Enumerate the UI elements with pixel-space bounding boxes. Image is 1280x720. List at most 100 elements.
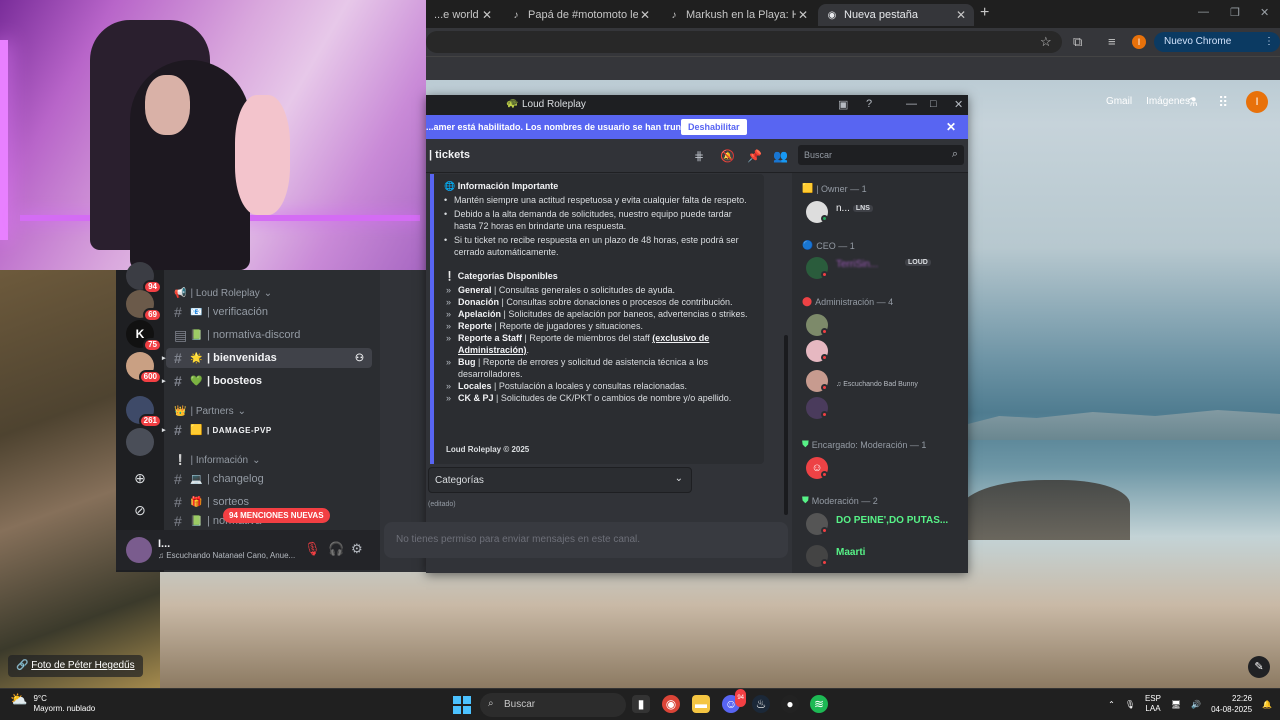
member-item[interactable]: ☺ (806, 455, 966, 481)
server-icon[interactable]: 94 (126, 262, 162, 294)
channel-normativa-discord[interactable]: ▤ 📗 | normativa-discord (166, 325, 372, 345)
member-item[interactable]: DO PEINE',DO PUTAS... (806, 511, 966, 537)
category-header[interactable]: 👑 | Partners ⌄ (174, 406, 246, 417)
microphone-icon[interactable]: 🎙 (1125, 700, 1135, 709)
member-item[interactable] (806, 395, 966, 421)
language-indicator[interactable]: ESP LAA (1145, 694, 1161, 714)
gear-icon[interactable]: ⚙ (351, 541, 363, 557)
kebab-menu-icon[interactable]: ⋮ (1264, 32, 1274, 52)
avatar[interactable] (126, 537, 152, 563)
steam-icon[interactable]: ♨ (752, 695, 770, 713)
network-icon[interactable]: 🖥 (1171, 700, 1181, 709)
member-item[interactable] (806, 338, 966, 364)
tab-2[interactable]: ♪ Papá de #motomoto le prepara... ✕ (502, 4, 658, 26)
maximize-icon[interactable]: ❐ (1230, 6, 1240, 19)
category-item: » CK & PJ | Solicitudes de CK/PKT o cambi… (444, 392, 754, 404)
channel-boosteos[interactable]: ▸ # 💚 | boosteos (162, 371, 372, 391)
pin-icon[interactable]: 📌 (747, 149, 762, 163)
members-icon[interactable]: 👥 (773, 149, 788, 163)
discord-icon[interactable]: ☺ 94 (722, 689, 746, 713)
profile-avatar[interactable]: I (1132, 35, 1146, 49)
channel-damage-pvp[interactable]: ▸ # 🟨 | DAMAGE-PVP (162, 420, 372, 440)
server-icon[interactable]: K 75 (126, 320, 162, 352)
close-icon[interactable]: ✕ (482, 8, 492, 22)
google-avatar[interactable]: I (1246, 91, 1268, 113)
server-folder[interactable]: 261 (126, 396, 162, 428)
gmail-link[interactable]: Gmail (1106, 96, 1132, 107)
rules-channel-icon: ▤ (174, 326, 188, 343)
message-input[interactable]: No tienes permiso para enviar mensajes e… (384, 522, 788, 558)
close-icon[interactable]: ✕ (946, 120, 956, 134)
member-item[interactable]: TerriSin... LOUD (806, 255, 966, 281)
minimize-icon[interactable]: — (906, 98, 917, 110)
close-icon[interactable]: ✕ (798, 8, 808, 22)
category-header[interactable]: 📢 | Loud Roleplay ⌄ (174, 288, 272, 299)
member-item[interactable]: ♫ Escuchando Bad Bunny (806, 368, 966, 394)
discover-icon[interactable]: ⊘ (130, 502, 150, 522)
close-window-icon[interactable]: ✕ (1260, 6, 1269, 19)
category-label: | Partners (190, 406, 234, 417)
embed-heading: 🌐 Información Importante (444, 180, 754, 192)
media-icon[interactable]: ≡ (1108, 34, 1116, 49)
tab-3[interactable]: ♪ Markush en la Playa: Humor y ... ✕ (660, 4, 816, 26)
windows-start-icon[interactable] (453, 696, 471, 714)
member-item[interactable]: n... LNS (806, 199, 966, 225)
tab-4[interactable]: ◉ Nueva pestaña ✕ (818, 4, 974, 26)
obs-icon[interactable]: ● (781, 695, 799, 713)
notifications-icon[interactable]: 🔔 (1262, 700, 1272, 709)
address-bar[interactable] (426, 31, 1062, 53)
taskbar-search[interactable]: ⌕ Buscar (480, 693, 626, 717)
search-input[interactable]: Buscar ⌕ (798, 145, 964, 165)
category-desc: | Reporte de miembros del staff (522, 333, 653, 343)
close-icon[interactable]: ✕ (956, 8, 966, 22)
new-mentions-pill[interactable]: 94 MENCIONES NUEVAS (223, 508, 330, 523)
spotify-icon[interactable]: ≋ (810, 695, 828, 713)
task-view-icon[interactable]: ▮ (632, 695, 650, 713)
add-server-icon[interactable]: ⊕ (130, 470, 150, 490)
tab-1[interactable]: ...e world ✕ (426, 4, 500, 26)
volume-icon[interactable]: 🔊 (1191, 700, 1201, 709)
mention-badge: 261 (138, 414, 162, 428)
clock[interactable]: 22:26 04-08-2025 (1211, 693, 1252, 715)
file-explorer-icon[interactable]: ▬ (692, 695, 710, 713)
minimize-icon[interactable]: — (1198, 6, 1209, 18)
inbox-icon[interactable]: ▣ (838, 98, 848, 111)
close-icon[interactable]: ✕ (640, 8, 650, 22)
channel-name: | normativa-discord (207, 329, 301, 341)
bookmark-star-icon[interactable]: ☆ (1040, 34, 1052, 50)
server-icon[interactable]: 69 (126, 290, 162, 322)
channel-verificacion[interactable]: # 📧 | verificación (166, 302, 372, 322)
close-icon[interactable]: ✕ (954, 98, 963, 111)
username[interactable]: I... (158, 538, 170, 550)
threads-icon[interactable]: ⋕ (694, 149, 704, 163)
disable-button[interactable]: Deshabilitar (681, 119, 747, 135)
labs-icon[interactable]: ⚗ (1187, 95, 1198, 109)
headphones-icon[interactable]: 🎧 (328, 541, 344, 557)
new-tab-button[interactable]: + (980, 4, 989, 22)
category-header[interactable]: ❕ | Información ⌄ (174, 455, 260, 466)
chrome-update-button[interactable]: Nuevo Chrome disponible⋮ (1154, 32, 1280, 67)
streamer-face (145, 75, 190, 135)
images-link[interactable]: Imágenes (1146, 96, 1190, 107)
category-select[interactable]: Categorías ⌄ (428, 467, 692, 493)
member-item[interactable] (806, 312, 966, 338)
maximize-icon[interactable]: □ (930, 98, 937, 110)
chrome-icon[interactable]: ◉ (662, 695, 680, 713)
mic-muted-icon[interactable]: 🎙 (304, 541, 321, 557)
edit-pencil-icon[interactable]: ✎ (1248, 656, 1270, 678)
weather-widget[interactable]: ⛅ 9°C Mayorm. nublado (10, 692, 95, 714)
scrollbar[interactable] (784, 335, 788, 515)
add-member-icon[interactable]: ⚇ (355, 353, 364, 364)
apps-grid-icon[interactable]: ⠿ (1218, 94, 1228, 111)
server-folder[interactable]: 600 (126, 352, 162, 384)
chevron-up-icon[interactable]: ⌃ (1108, 700, 1115, 709)
server-folder[interactable] (126, 428, 154, 456)
channel-bienvenidas[interactable]: ▸ # 🌟 | bienvenidas ⚇ (162, 348, 372, 368)
channel-changelog[interactable]: # 💻 | changelog (166, 469, 372, 489)
photo-credit-link[interactable]: 🔗 Foto de Péter Hegedűs (8, 655, 143, 677)
notifications-muted-icon[interactable]: 🔕 (720, 149, 735, 163)
extensions-icon[interactable]: ⧉ (1073, 34, 1082, 50)
member-item[interactable]: Maarti (806, 543, 966, 569)
group-label: | Owner — 1 (816, 183, 867, 194)
help-icon[interactable]: ? (866, 98, 872, 110)
